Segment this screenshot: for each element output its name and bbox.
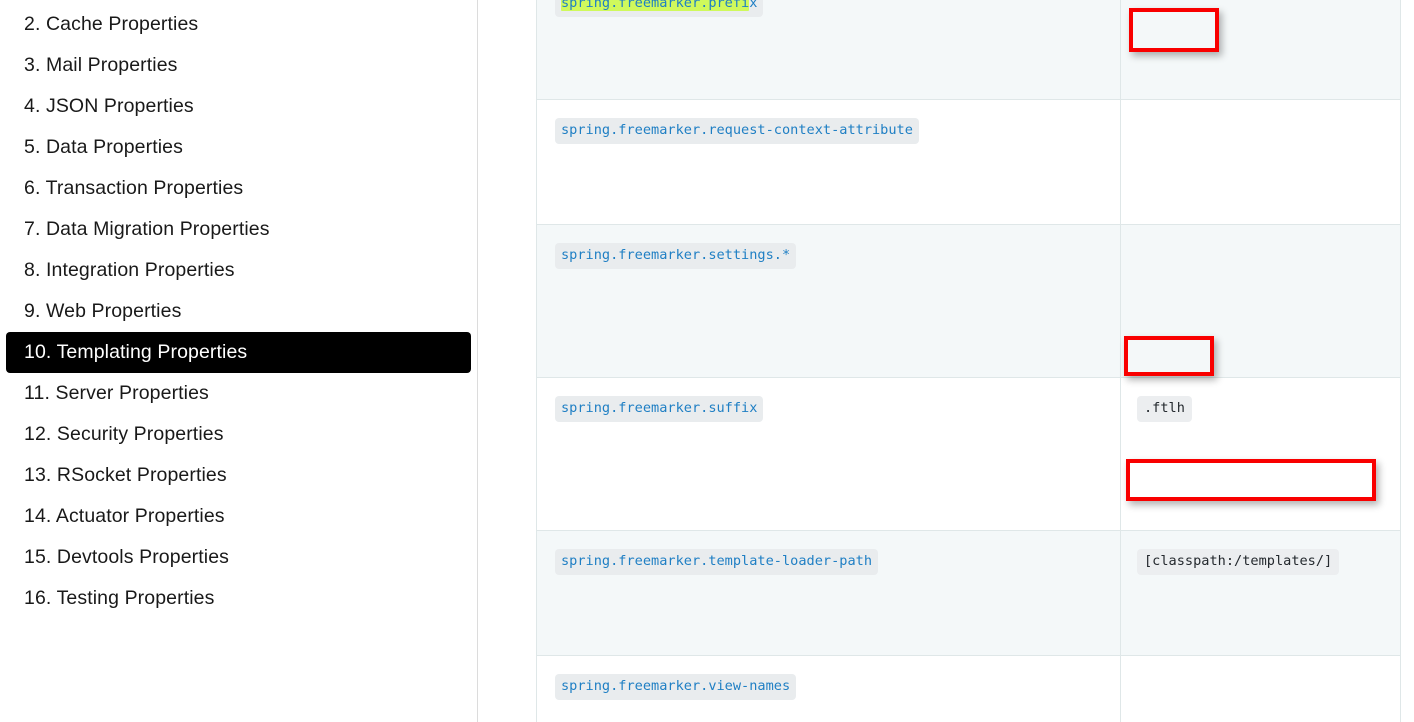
sidebar-item-label: 16. Testing Properties (24, 587, 215, 609)
sidebar-item-label: 13. RSocket Properties (24, 464, 227, 486)
sidebar-item-label: 2. Cache Properties (24, 13, 199, 35)
property-value-cell: .ftlh (1120, 377, 1401, 531)
sidebar-item-label: 15. Devtools Properties (24, 546, 229, 568)
sidebar-item-label: 10. Templating Properties (24, 341, 248, 363)
sidebar-item-label: 6. Transaction Properties (24, 177, 244, 199)
property-name-suffix[interactable]: spring.freemarker.suffix (555, 396, 764, 422)
sidebar-item-web-properties[interactable]: 9. Web Properties (6, 291, 471, 332)
table-row[interactable]: spring.freemarker.suffix .ftlh (536, 377, 1401, 531)
sidebar-item-label: 14. Actuator Properties (24, 505, 225, 527)
properties-table-body: spring.freemarker.prefix spring.freemark… (536, 0, 1401, 722)
sidebar-item-mail-properties[interactable]: 3. Mail Properties (6, 45, 471, 86)
property-value-suffix: .ftlh (1137, 396, 1192, 422)
property-name-cell: spring.freemarker.suffix (536, 377, 1121, 531)
sidebar-item-templating-properties[interactable]: 10. Templating Properties (6, 332, 471, 373)
property-name-prefix[interactable]: spring.freemarker.prefix (555, 0, 764, 17)
sidebar-item-label: 12. Security Properties (24, 423, 224, 445)
sidebar-item-data-properties[interactable]: 5. Data Properties (6, 127, 471, 168)
property-value-cell (1120, 99, 1401, 225)
property-name-request-context-attribute[interactable]: spring.freemarker.request-context-attrib… (555, 118, 919, 144)
property-name-template-loader-path[interactable]: spring.freemarker.template-loader-path (555, 549, 878, 575)
property-value-cell (1120, 0, 1401, 100)
property-name-view-names[interactable]: spring.freemarker.view-names (555, 674, 797, 700)
sidebar-item-actuator-properties[interactable]: 14. Actuator Properties (6, 496, 471, 537)
sidebar-item-testing-properties[interactable]: 16. Testing Properties (6, 578, 471, 619)
property-name-tail: x (749, 0, 758, 11)
sidebar-item-server-properties[interactable]: 11. Server Properties (6, 373, 471, 414)
sidebar-item-rsocket-properties[interactable]: 13. RSocket Properties (6, 455, 471, 496)
sidebar-item-transaction-properties[interactable]: 6. Transaction Properties (6, 168, 471, 209)
sidebar-item-label: 9. Web Properties (24, 300, 182, 322)
property-name-cell: spring.freemarker.request-context-attrib… (536, 99, 1121, 225)
property-name-cell: spring.freemarker.prefix (536, 0, 1121, 100)
table-row[interactable]: spring.freemarker.template-loader-path [… (536, 530, 1401, 656)
property-value-cell (1120, 224, 1401, 378)
property-name-cell: spring.freemarker.view-names (536, 655, 1121, 722)
sidebar-item-label: 4. JSON Properties (24, 95, 194, 117)
table-row[interactable]: spring.freemarker.request-context-attrib… (536, 99, 1401, 225)
sidebar-table-of-contents: 2. Cache Properties 3. Mail Properties 4… (0, 0, 478, 722)
sidebar-item-data-migration-properties[interactable]: 7. Data Migration Properties (6, 209, 471, 250)
table-row[interactable]: spring.freemarker.view-names (536, 655, 1401, 722)
table-row[interactable]: spring.freemarker.prefix (536, 0, 1401, 100)
properties-table: spring.freemarker.prefix spring.freemark… (536, 0, 1401, 722)
property-value-cell (1120, 655, 1401, 722)
toc-list: 2. Cache Properties 3. Mail Properties 4… (0, 4, 477, 619)
page-root: 2. Cache Properties 3. Mail Properties 4… (0, 0, 1414, 722)
property-name-settings[interactable]: spring.freemarker.settings.* (555, 243, 797, 269)
sidebar-item-label: 5. Data Properties (24, 136, 183, 158)
sidebar-item-label: 8. Integration Properties (24, 259, 235, 281)
sidebar-item-json-properties[interactable]: 4. JSON Properties (6, 86, 471, 127)
sidebar-item-cache-properties[interactable]: 2. Cache Properties (6, 4, 471, 45)
sidebar-item-devtools-properties[interactable]: 15. Devtools Properties (6, 537, 471, 578)
property-value-cell: [classpath:/templates/] (1120, 530, 1401, 656)
property-name-cell: spring.freemarker.settings.* (536, 224, 1121, 378)
property-value-template-loader-path: [classpath:/templates/] (1137, 549, 1340, 575)
text-selection-highlight: spring.freemarker.prefi (561, 0, 750, 11)
sidebar-item-label: 7. Data Migration Properties (24, 218, 270, 240)
sidebar-item-label: 3. Mail Properties (24, 54, 178, 76)
table-row[interactable]: spring.freemarker.settings.* (536, 224, 1401, 378)
content-area: spring.freemarker.prefix spring.freemark… (479, 0, 1414, 722)
sidebar-item-label: 11. Server Properties (24, 382, 209, 404)
sidebar-item-integration-properties[interactable]: 8. Integration Properties (6, 250, 471, 291)
property-name-cell: spring.freemarker.template-loader-path (536, 530, 1121, 656)
sidebar-item-security-properties[interactable]: 12. Security Properties (6, 414, 471, 455)
